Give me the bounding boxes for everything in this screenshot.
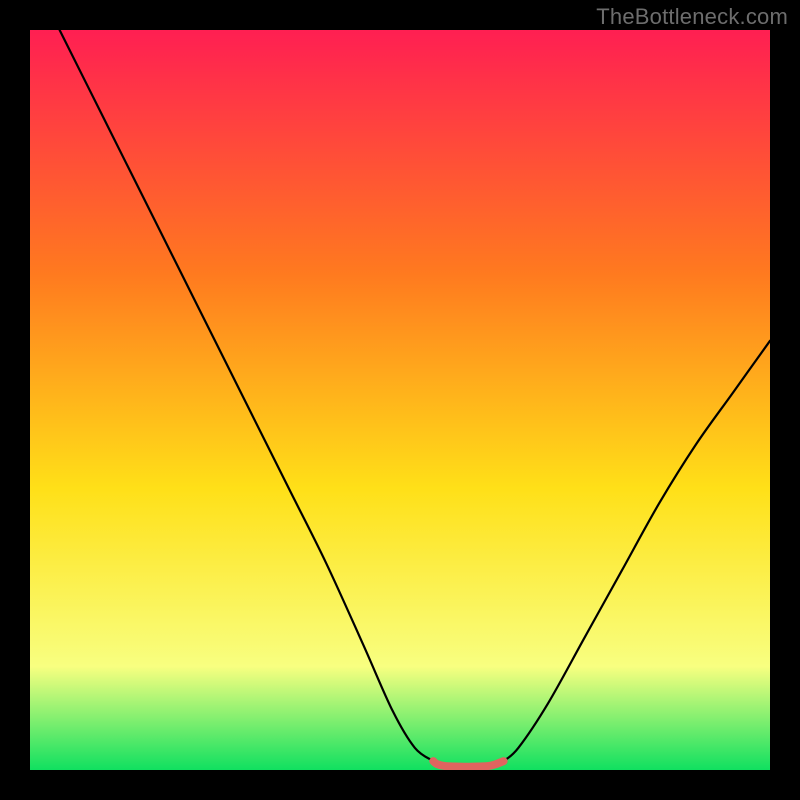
plot-svg — [30, 30, 770, 770]
gradient-background — [30, 30, 770, 770]
watermark-text: TheBottleneck.com — [596, 4, 788, 30]
chart-frame: TheBottleneck.com — [0, 0, 800, 800]
plot-area — [30, 30, 770, 770]
